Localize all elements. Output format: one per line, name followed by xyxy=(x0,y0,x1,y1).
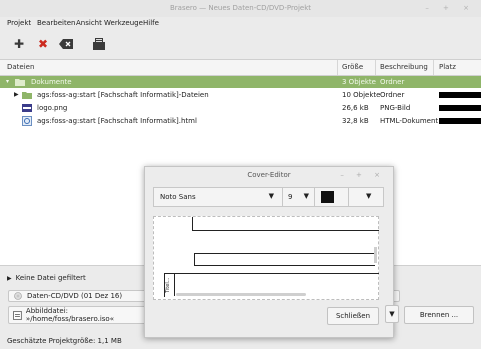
chevron-down-icon: ▼ xyxy=(303,192,309,200)
row-name: ags:foss-ag:start [Fachschaft Informatik… xyxy=(37,117,197,125)
front-cover-outline xyxy=(192,217,379,231)
horizontal-scrollbar[interactable] xyxy=(176,293,306,296)
title-bar: Brasero — Neues Daten-CD/DVD-Projekt – +… xyxy=(0,0,481,17)
row-desc: Ordner xyxy=(380,91,405,99)
row-desc: HTML-Dokument xyxy=(380,117,439,125)
dialog-title-bar: Cover-Editor – + × xyxy=(145,167,393,183)
menu-werkzeuge[interactable]: Werkzeuge xyxy=(104,19,143,27)
row-size: 32,8 kB xyxy=(342,117,369,125)
column-platz[interactable]: Platz xyxy=(439,63,456,71)
menu-projekt[interactable]: Projekt xyxy=(7,19,31,27)
row-size: 10 Objekte xyxy=(342,91,381,99)
row-name: logo.png xyxy=(37,104,68,112)
row-name: ags:foss-ag:start [Fachschaft Informatik… xyxy=(37,91,209,99)
cover-editor-dialog: Cover-Editor – + × Noto Sans ▼ 9 ▼ ▼ Tit… xyxy=(144,166,394,338)
text-color-button[interactable] xyxy=(314,187,349,207)
estimated-size: Geschätzte Projektgröße: 1,1 MB xyxy=(7,337,122,345)
menu-bar: Projekt Bearbeiten Ansicht Werkzeuge Hil… xyxy=(0,17,481,31)
color-swatch xyxy=(321,191,334,203)
font-size-value: 9 xyxy=(288,193,293,201)
menu-bearbeiten[interactable]: Bearbeiten xyxy=(37,19,75,27)
expand-arrow-icon[interactable]: ▶ xyxy=(14,91,19,98)
html-icon xyxy=(22,116,32,126)
import-session-icon[interactable] xyxy=(92,37,106,51)
table-row[interactable]: ▾ Dokumente 3 Objekte Ordner xyxy=(0,76,481,88)
image-icon xyxy=(22,104,32,112)
row-desc: PNG-Bild xyxy=(380,104,411,112)
back-cover-outline xyxy=(194,253,375,266)
burn-button[interactable]: Brennen ... xyxy=(404,306,474,324)
image-file-selector[interactable]: Abbilddatei: »/home/foss/brasero.iso« xyxy=(8,306,158,324)
font-size-selector[interactable]: 9 ▼ xyxy=(282,187,315,207)
space-bar xyxy=(439,105,481,111)
window-controls[interactable]: – + × xyxy=(425,4,475,12)
menu-hilfe[interactable]: Hilfe xyxy=(143,19,159,27)
options-dropdown[interactable]: ▼ xyxy=(385,305,399,323)
disc-label: Daten-CD/DVD (01 Dez 16) xyxy=(27,292,123,300)
font-selector[interactable]: Noto Sans ▼ xyxy=(153,187,283,207)
row-size: 3 Objekte xyxy=(342,78,376,86)
column-beschreibung[interactable]: Beschreibung xyxy=(380,63,428,71)
alignment-menu[interactable]: ▼ xyxy=(348,187,384,207)
row-size: 26,6 kB xyxy=(342,104,369,112)
expand-arrow-icon: ▶ xyxy=(7,274,12,282)
remove-icon[interactable]: ✖ xyxy=(36,37,50,51)
cover-canvas[interactable]: Titel... xyxy=(153,216,379,300)
close-button[interactable]: Schließen xyxy=(327,307,379,325)
dialog-toolbar: Noto Sans ▼ 9 ▼ ▼ xyxy=(145,183,393,211)
chevron-down-icon: ▼ xyxy=(366,192,372,200)
font-name: Noto Sans xyxy=(160,193,196,201)
folder-icon xyxy=(15,79,25,86)
folder-icon xyxy=(22,92,32,99)
space-bar xyxy=(439,118,481,124)
collapse-arrow-icon[interactable]: ▾ xyxy=(6,78,9,85)
dialog-controls[interactable]: – + × xyxy=(340,171,385,179)
row-desc: Ordner xyxy=(380,78,405,86)
row-name: Dokumente xyxy=(31,78,72,86)
table-header: Dateien Größe Beschreibung Platz xyxy=(0,60,481,76)
add-icon[interactable]: ✚ xyxy=(12,37,26,51)
vertical-scrollbar[interactable] xyxy=(374,247,377,263)
table-row[interactable]: ags:foss-ag:start [Fachschaft Informatik… xyxy=(0,115,481,127)
filter-label: Keine Datei gefiltert xyxy=(15,274,86,282)
filter-expander[interactable]: ▶ Keine Datei gefiltert xyxy=(7,274,86,282)
table-row[interactable]: logo.png 26,6 kB PNG-Bild xyxy=(0,102,481,114)
spine-text: Titel... xyxy=(165,277,171,293)
menu-ansicht[interactable]: Ansicht xyxy=(76,19,102,27)
disc-icon xyxy=(14,292,22,300)
toolbar: ✚ ✖ xyxy=(0,31,481,59)
column-groesse[interactable]: Größe xyxy=(342,63,363,71)
file-icon xyxy=(13,310,22,320)
chevron-down-icon: ▼ xyxy=(268,192,274,200)
image-file-label: Abbilddatei: »/home/foss/brasero.iso« xyxy=(25,307,114,323)
space-bar xyxy=(439,92,481,98)
spine-text-box[interactable]: Titel... xyxy=(164,273,175,296)
table-row[interactable]: ▶ ags:foss-ag:start [Fachschaft Informat… xyxy=(0,89,481,101)
window-title: Brasero — Neues Daten-CD/DVD-Projekt xyxy=(170,4,311,12)
clear-icon[interactable] xyxy=(59,37,73,51)
column-dateien[interactable]: Dateien xyxy=(7,63,34,71)
